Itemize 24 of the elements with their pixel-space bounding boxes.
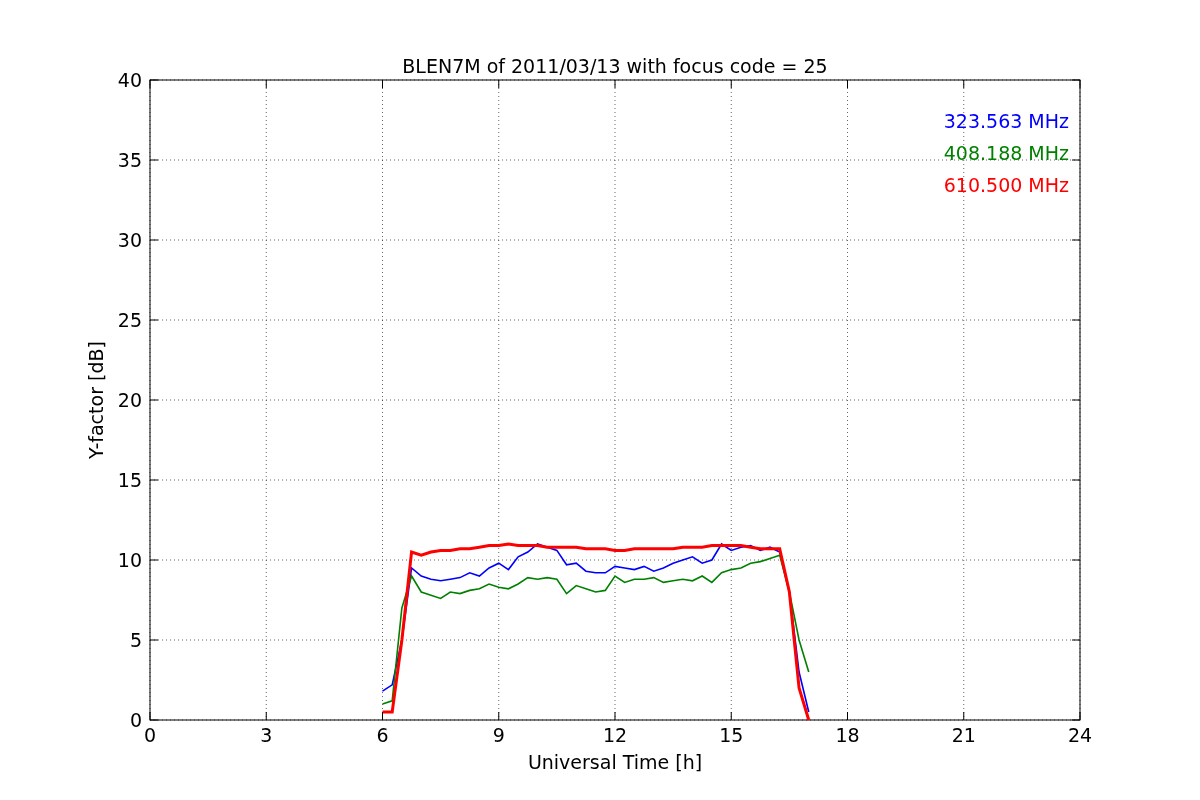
y-tick-label: 20 bbox=[117, 389, 142, 411]
y-tick-label: 35 bbox=[117, 149, 142, 171]
x-axis-label: Universal Time [h] bbox=[527, 751, 703, 773]
y-tick-label: 5 bbox=[129, 629, 142, 651]
x-tick-label: 21 bbox=[951, 724, 976, 746]
legend-label: 323.563 MHz bbox=[943, 110, 1069, 132]
x-tick-label: 0 bbox=[143, 724, 157, 746]
y-tick-label: 10 bbox=[117, 549, 142, 571]
y-tick-label: 30 bbox=[117, 229, 142, 251]
y-tick-label: 15 bbox=[117, 469, 142, 491]
x-tick-label: 18 bbox=[835, 724, 860, 746]
x-tick-label: 6 bbox=[376, 724, 389, 746]
x-tick-label: 9 bbox=[492, 724, 505, 746]
legend-label: 408.188 MHz bbox=[943, 142, 1069, 164]
x-tick-label: 12 bbox=[602, 724, 628, 746]
y-tick-label: 40 bbox=[117, 69, 142, 91]
x-tick-label: 3 bbox=[260, 724, 273, 746]
y-tick-label: 25 bbox=[117, 309, 142, 331]
x-tick-label: 15 bbox=[719, 724, 744, 746]
chart-title: BLEN7M of 2011/03/13 with focus code = 25 bbox=[402, 55, 828, 77]
legend-label: 610.500 MHz bbox=[943, 174, 1069, 196]
y-axis-label: Y-factor [dB] bbox=[85, 341, 107, 459]
y-tick-label: 0 bbox=[129, 709, 142, 731]
x-tick-label: 24 bbox=[1067, 724, 1093, 746]
